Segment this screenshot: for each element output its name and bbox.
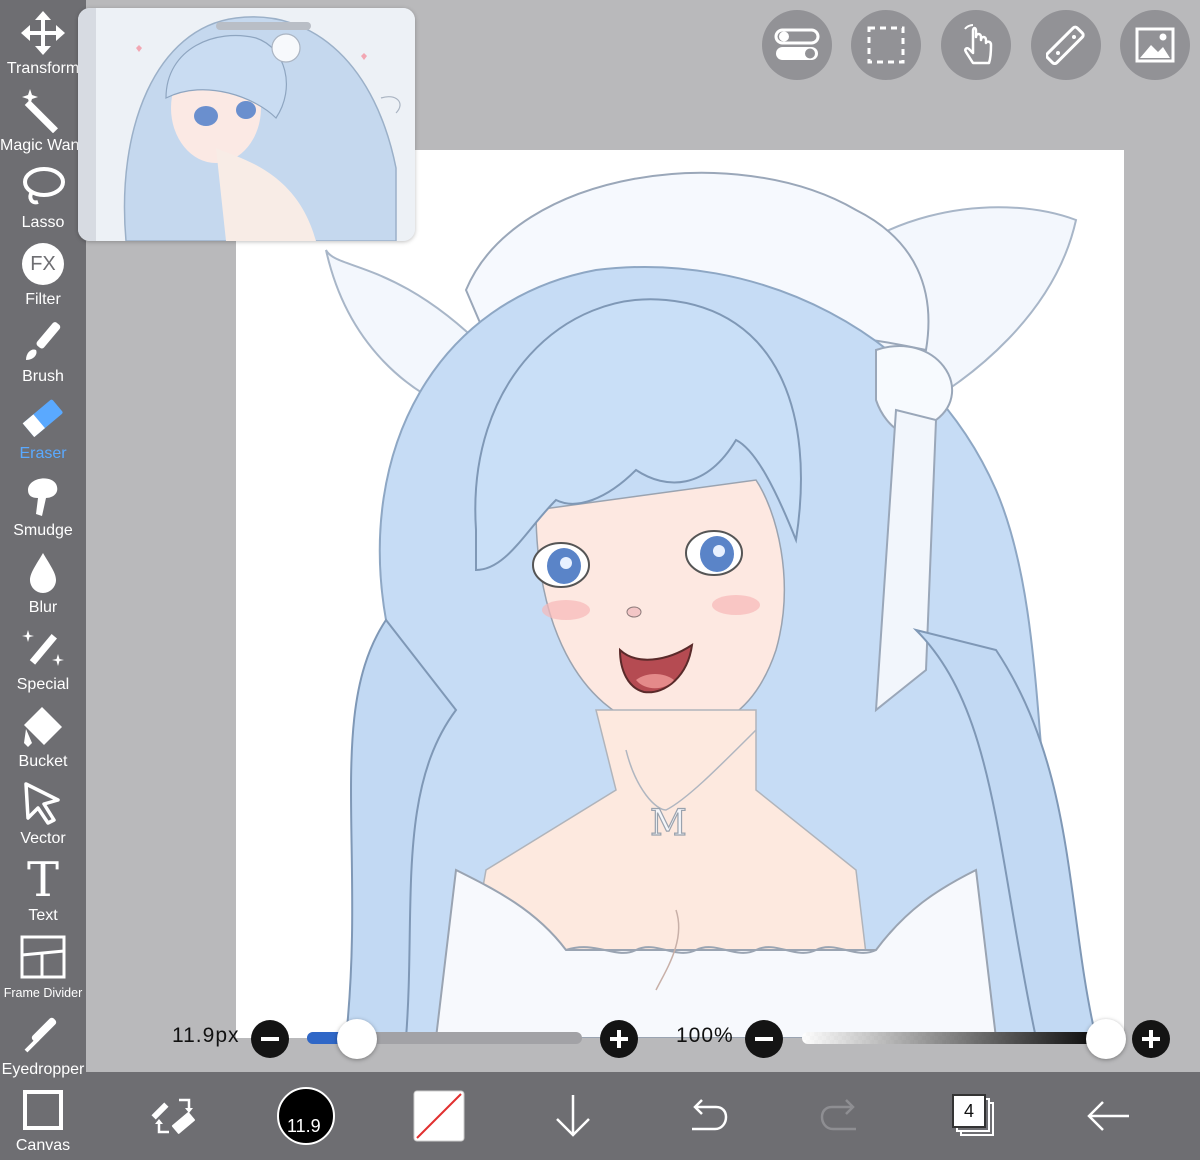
redo-button[interactable] [809,1086,873,1146]
opacity-slider-track[interactable] [802,1032,1110,1044]
tool-transform[interactable]: Transform [0,8,86,85]
fx-icon: FX [0,239,86,289]
tool-brush[interactable]: Brush [0,316,86,393]
tool-label: Vector [20,830,66,847]
svg-text:M: M [650,803,687,844]
tool-lasso[interactable]: Lasso [0,162,86,239]
brush-size-increase-button[interactable] [600,1020,638,1058]
move-arrows-icon [0,8,86,58]
blur-drop-icon [0,547,86,597]
eraser-icon [0,393,86,443]
tool-eraser[interactable]: Eraser [0,393,86,470]
eyedropper-icon [0,1009,86,1059]
gesture-button[interactable] [941,10,1011,80]
image-button[interactable] [1120,10,1190,80]
ruler-icon [1046,25,1085,65]
tool-label: Lasso [21,214,65,231]
bucket-icon [0,701,86,751]
tool-blur[interactable]: Blur [0,547,86,624]
color-picker-button[interactable] [407,1086,471,1146]
bottom-toolbar: 11.9 4 [86,1072,1200,1160]
tool-special[interactable]: Special [0,624,86,701]
tool-vector[interactable]: Vector [0,778,86,855]
smudge-icon [0,470,86,520]
tool-label: Canvas [15,1137,71,1154]
swap-brush-eraser-button[interactable] [142,1086,206,1146]
tool-label: Blur [28,599,58,616]
tool-label: Frame Divider [3,986,83,1000]
back-button[interactable] [1076,1086,1140,1146]
redo-icon [820,1099,856,1131]
tool-label: Eyedropper [1,1061,85,1078]
special-sparkle-pen-icon [0,624,86,674]
tool-text[interactable]: T Text [0,855,86,932]
tool-frame-divider[interactable]: Frame Divider [0,932,86,1009]
brush-preview-size: 11.9 [287,1116,321,1136]
plus-icon [1142,1030,1160,1048]
text-t-icon: T [26,852,59,908]
gesture-hand-icon [964,24,993,65]
lasso-icon [0,162,86,212]
back-arrow-icon [1087,1101,1129,1131]
canvas-square-icon [0,1085,86,1135]
selection-icon [867,26,905,64]
brush-preview-button[interactable]: 11.9 [274,1086,338,1146]
opacity-increase-button[interactable] [1132,1020,1170,1058]
layers-icon: 4 [952,1094,996,1138]
tool-canvas[interactable]: Canvas [0,1085,86,1160]
tool-magic-wand[interactable]: Magic Wand [0,85,86,162]
plus-icon [610,1030,628,1048]
layers-button[interactable]: 4 [942,1086,1006,1146]
tool-eyedropper[interactable]: Eyedropper [0,1009,86,1086]
image-icon [1135,27,1175,63]
tool-label: Brush [22,368,64,385]
download-button[interactable] [541,1086,605,1146]
brush-size-slider-knob[interactable] [337,1019,377,1059]
toggle-button[interactable] [762,10,832,80]
brush-icon [0,316,86,366]
opacity-slider-knob[interactable] [1086,1019,1126,1059]
brush-preview-circle: 11.9 [277,1087,335,1145]
tool-label: Filter [25,291,61,308]
tool-sidebar: Transform Magic Wand Lasso FX Filter Bru… [0,0,86,1160]
navigator-mini-toolbar [78,8,96,241]
color-swatch-icon [413,1090,465,1142]
brush-size-value: 11.9px [172,1024,240,1047]
brush-size-decrease-button[interactable] [251,1020,289,1058]
frame-divider-icon [0,932,86,982]
opacity-decrease-button[interactable] [745,1020,783,1058]
tool-label: Text [28,907,58,924]
tool-label: Bucket [18,753,68,770]
drawing-canvas[interactable]: M [236,150,1124,1038]
vector-arrow-icon [0,778,86,828]
minus-icon [261,1037,279,1041]
minus-icon [755,1037,773,1041]
undo-icon [692,1099,728,1131]
swap-brush-eraser-icon [151,1098,195,1134]
toggle-icon [774,28,820,60]
ruler-button[interactable] [1031,10,1101,80]
tool-label: Smudge [13,522,73,539]
layers-count: 4 [952,1094,986,1128]
undo-button[interactable] [675,1086,739,1146]
tool-filter[interactable]: FX Filter [0,239,86,316]
tool-smudge[interactable]: Smudge [0,470,86,547]
artwork-illustration: M [325,171,1098,1038]
navigator-preview-image [96,8,415,241]
tool-label: Transform [6,60,80,77]
magic-wand-icon [0,85,86,135]
tool-label: Special [16,676,70,693]
arrow-down-icon [556,1095,590,1137]
tool-label: Eraser [19,445,67,462]
tool-bucket[interactable]: Bucket [0,701,86,778]
navigator-thumbnail[interactable] [78,8,415,241]
opacity-value: 100% [676,1024,734,1047]
selection-button[interactable] [851,10,921,80]
tool-label: Magic Wand [0,137,86,154]
